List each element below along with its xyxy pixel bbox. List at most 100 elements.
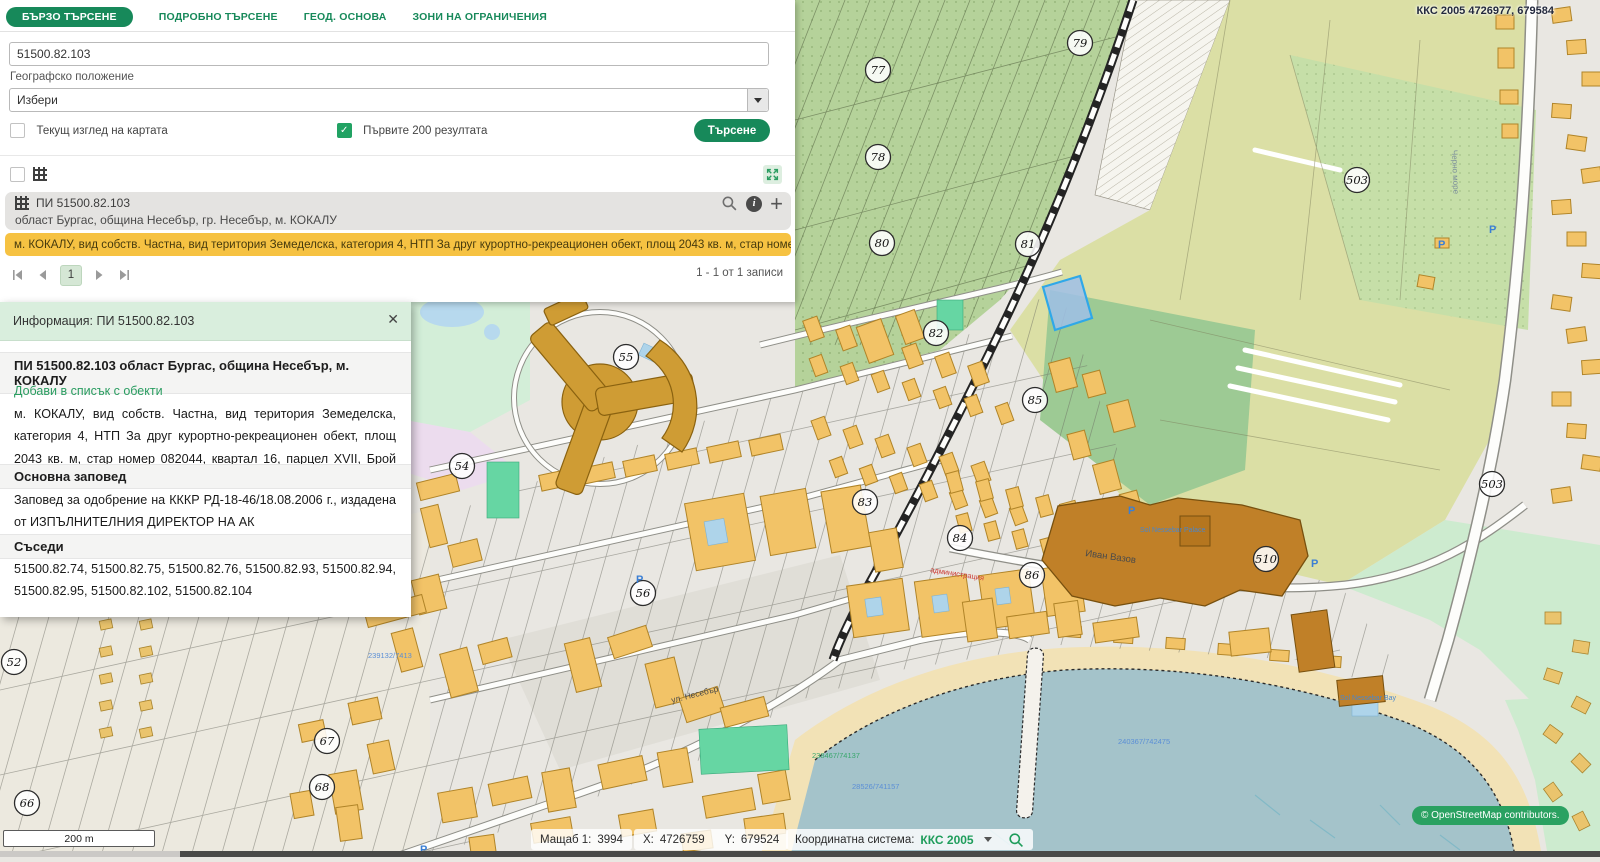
parcel-number-circle: 55: [614, 345, 639, 370]
chevron-down-icon: [754, 98, 762, 103]
parcel-number-circle: 67: [315, 729, 340, 754]
current-page[interactable]: 1: [60, 265, 82, 286]
coordinate-search-icon[interactable]: [1008, 832, 1024, 848]
popup-title: Информация: ПИ 51500.82.103: [13, 314, 194, 328]
parcel-number-circle: 503: [1480, 472, 1505, 497]
y-value: 679524: [741, 834, 779, 846]
current-map-view-checkbox[interactable]: [10, 123, 25, 138]
add-to-object-list-link[interactable]: Добави в списък с обекти: [14, 384, 163, 398]
main-order-text: Заповед за одобрение на КККР РД-18-46/18…: [14, 489, 396, 534]
first-page-button[interactable]: [10, 267, 26, 283]
coordinate-label: 239132/7413: [368, 651, 412, 660]
crs-selected-value[interactable]: ККС 2005: [920, 833, 973, 847]
search-tabs: БЪРЗО ТЪРСЕНЕ ПОДРОБНО ТЪРСЕНЕ ГЕОД. ОСН…: [6, 6, 547, 27]
crs-dropdown-icon[interactable]: [984, 837, 992, 842]
street-label: Sol Nessebar Palace: [1140, 527, 1205, 534]
svg-text:503: 503: [1481, 477, 1503, 491]
last-page-button[interactable]: [116, 267, 132, 283]
result-title: ПИ 51500.82.103: [36, 196, 130, 210]
svg-text:68: 68: [315, 780, 330, 794]
result-details-row[interactable]: м. КОКАЛУ, вид собств. Частна, вид терит…: [5, 233, 791, 256]
pagination: 1: [10, 265, 132, 285]
parcel-number-circle: 52: [2, 650, 27, 675]
scale-value[interactable]: 3994: [597, 834, 623, 846]
svg-text:81: 81: [1021, 237, 1036, 251]
parking-icon: P: [1311, 558, 1318, 570]
parcel-number-circle: 84: [948, 526, 973, 551]
parcel-number-circle: 83: [853, 490, 878, 515]
search-input[interactable]: 51500.82.103: [9, 42, 769, 66]
result-subtitle: област Бургас, община Несебър, гр. Несеб…: [15, 213, 337, 227]
svg-text:54: 54: [455, 459, 470, 473]
street-label: Sol Nessebar Bay: [1340, 695, 1397, 702]
street-label: Черно море: [1450, 150, 1461, 195]
tab-restriction-zones[interactable]: ЗОНИ НА ОГРАНИЧЕНИЯ: [413, 11, 548, 23]
parcel-number-circle: 66: [15, 791, 40, 816]
crs-chip: Координатна система: ККС 2005: [786, 829, 1033, 850]
scale-chip: Мащаб 1: 3994: [531, 829, 632, 850]
tab-detailed-search[interactable]: ПОДРОБНО ТЪРСЕНЕ: [159, 11, 278, 23]
parcel-number-circle: 82: [924, 321, 949, 346]
parcel-number-circle: 68: [310, 775, 335, 800]
result-details-text: м. КОКАЛУ, вид собств. Частна, вид терит…: [14, 238, 791, 251]
zoom-to-result-icon[interactable]: [721, 195, 738, 212]
select-all-checkbox[interactable]: [10, 167, 25, 182]
svg-text:67: 67: [320, 734, 335, 748]
svg-text:80: 80: [875, 236, 890, 250]
neighbors-list: 51500.82.74, 51500.82.75, 51500.82.76, 5…: [14, 558, 396, 603]
geo-position-select[interactable]: Избери: [9, 88, 769, 112]
map-scale-bar: 200 m: [3, 830, 155, 847]
panel-divider: [0, 155, 795, 156]
coordinate-label: 238467/74137: [812, 751, 860, 760]
svg-text:52: 52: [7, 655, 22, 669]
search-button[interactable]: Търсене: [694, 119, 770, 142]
select-arrow-button[interactable]: [747, 89, 768, 111]
bottom-strip-left: [0, 851, 180, 857]
grid-layer-icon[interactable]: [33, 167, 47, 181]
next-page-button[interactable]: [91, 267, 107, 283]
parcel-number-circle: 81: [1016, 232, 1041, 257]
y-label: Y:: [725, 834, 735, 846]
geo-position-label: Географско положение: [10, 71, 134, 83]
x-label: X:: [643, 834, 654, 846]
parking-icon: P: [1489, 224, 1496, 236]
records-summary: 1 - 1 от 1 записи: [696, 267, 783, 279]
main-order-heading: Основна заповед: [0, 464, 411, 489]
expand-results-button[interactable]: [763, 165, 782, 184]
svg-text:77: 77: [871, 63, 886, 77]
parcel-number-circle: 510: [1254, 547, 1279, 572]
prev-page-button[interactable]: [35, 267, 51, 283]
search-panel: БЪРЗО ТЪРСЕНЕ ПОДРОБНО ТЪРСЕНЕ ГЕОД. ОСН…: [0, 0, 795, 302]
svg-text:84: 84: [953, 531, 968, 545]
parcel-number-circle: 79: [1068, 31, 1093, 56]
coordinate-label: 240367/742475: [1118, 737, 1170, 746]
popup-header[interactable]: Информация: ПИ 51500.82.103 ✕: [0, 302, 411, 341]
result-card[interactable]: ПИ 51500.82.103 област Бургас, община Не…: [5, 192, 791, 230]
osm-attribution-badge[interactable]: © OpenStreetMap contributors.: [1412, 806, 1569, 825]
geo-select-value: Избери: [17, 93, 58, 107]
first-200-checkbox[interactable]: ✓: [337, 123, 352, 138]
add-result-icon[interactable]: +: [770, 196, 783, 212]
bottom-strip-right[interactable]: [180, 851, 1600, 857]
svg-text:56: 56: [636, 586, 651, 600]
svg-text:510: 510: [1255, 552, 1277, 566]
current-map-view-label: Текущ изглед на картата: [36, 125, 167, 137]
tab-quick-search[interactable]: БЪРЗО ТЪРСЕНЕ: [6, 7, 133, 27]
x-value: 4726759: [660, 834, 705, 846]
svg-text:66: 66: [20, 796, 35, 810]
coordinate-label: 28526/741157: [852, 782, 899, 791]
tab-geodetic-base[interactable]: ГЕОД. ОСНОВА: [304, 11, 387, 23]
tabs-divider: [0, 31, 795, 32]
svg-text:78: 78: [871, 150, 886, 164]
expand-arrows-icon: [766, 168, 779, 181]
osm-attribution-text: © OpenStreetMap contributors.: [1421, 810, 1560, 821]
parcel-number-circle: 503: [1345, 168, 1370, 193]
parcel-grid-icon: [15, 196, 29, 210]
result-info-icon[interactable]: i: [746, 196, 762, 212]
parcel-number-circle: 77: [866, 58, 891, 83]
svg-text:503: 503: [1346, 173, 1368, 187]
close-icon[interactable]: ✕: [387, 312, 399, 326]
svg-text:85: 85: [1028, 393, 1043, 407]
parcel-number-circle: 54: [450, 454, 475, 479]
first-200-label: Първите 200 резултата: [363, 125, 487, 137]
